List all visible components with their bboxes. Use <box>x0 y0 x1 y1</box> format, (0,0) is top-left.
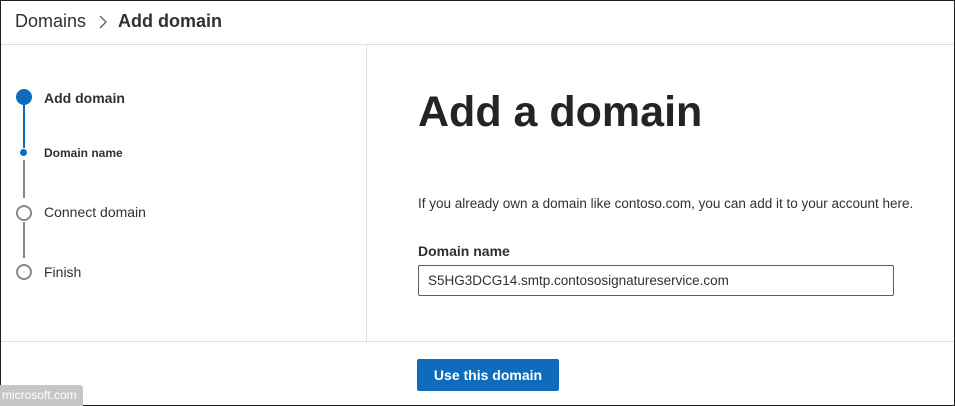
step-label-domain-name: Domain name <box>44 146 123 160</box>
page-description: If you already own a domain like contoso… <box>418 196 914 211</box>
footer-bar: Use this domain <box>1 341 954 406</box>
step-pending-indicator-icon <box>16 205 32 221</box>
step-progress-line <box>23 105 25 148</box>
chevron-right-icon <box>99 15 107 29</box>
domain-name-input[interactable] <box>418 265 894 296</box>
step-label-connect-domain: Connect domain <box>44 204 146 220</box>
step-pending-indicator-icon <box>16 264 32 280</box>
source-watermark: microsoft.com <box>0 385 83 406</box>
step-connector-line <box>23 222 25 258</box>
step-current-indicator-icon <box>16 89 32 105</box>
substep-current-indicator-icon <box>20 149 27 156</box>
wizard-stepper: Add domain Domain name Connect domain Fi… <box>1 45 367 341</box>
header-breadcrumb: Domains Add domain <box>1 1 954 45</box>
breadcrumb-current: Add domain <box>118 11 222 31</box>
step-label-finish: Finish <box>44 264 82 280</box>
page-title: Add a domain <box>418 88 703 136</box>
domain-name-label: Domain name <box>418 243 510 259</box>
step-label-add-domain: Add domain <box>44 90 125 106</box>
add-domain-window: Domains Add domain Add domain Domain nam… <box>0 0 955 406</box>
step-connector-line <box>23 160 25 198</box>
use-this-domain-button[interactable]: Use this domain <box>417 359 559 391</box>
breadcrumb-domains-link[interactable]: Domains <box>15 11 86 32</box>
